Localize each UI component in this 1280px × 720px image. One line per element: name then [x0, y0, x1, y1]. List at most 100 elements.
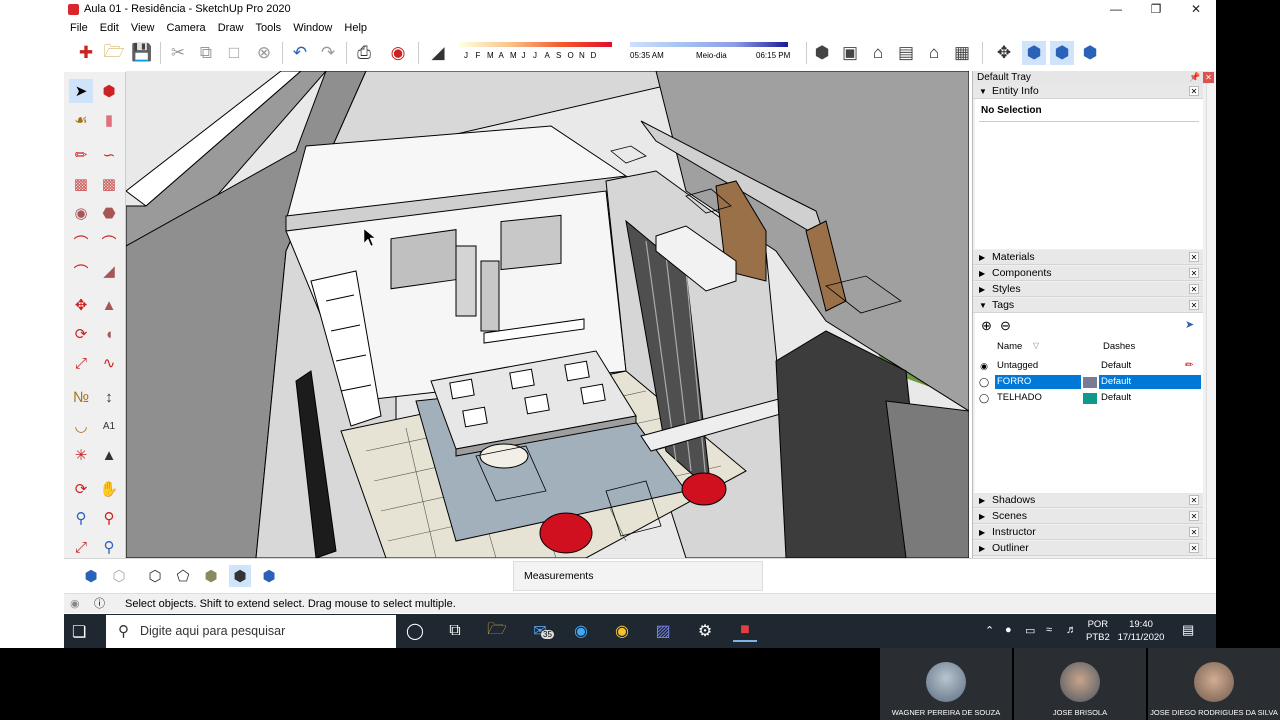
taskbar-clock[interactable]: 19:40 17/11/2020 [1115, 618, 1167, 644]
panel-components[interactable]: ▶ Components ✕ [973, 266, 1203, 281]
file-explorer-icon[interactable]: 🗁 [485, 620, 509, 642]
minimize-icon[interactable]: — [1096, 0, 1136, 20]
tag-color-swatch[interactable] [1083, 377, 1097, 388]
menu-camera[interactable]: Camera [164, 20, 209, 36]
orbit-tool-icon[interactable]: ⟳ [69, 477, 93, 501]
section-plane-icon[interactable]: ✥ [992, 41, 1016, 65]
visibility-eye-icon[interactable]: ◯ [978, 391, 990, 405]
menu-help[interactable]: Help [341, 20, 370, 36]
menu-edit[interactable]: Edit [97, 20, 122, 36]
left-view-icon[interactable]: ▦ [950, 41, 974, 65]
model-info-icon[interactable]: ◉ [386, 41, 410, 65]
cortana-icon[interactable]: ◯ [403, 620, 427, 642]
scale-tool-icon[interactable]: ⤢ [69, 351, 93, 375]
tray-close-icon[interactable]: ✕ [1203, 72, 1214, 83]
shaded-icon[interactable]: ⬢ [200, 565, 222, 587]
microphone-icon[interactable]: ● [1005, 624, 1012, 636]
open-folder-icon[interactable]: 🗁 [102, 41, 126, 65]
section-fill-icon[interactable]: ⬢ [1078, 41, 1102, 65]
panel-styles[interactable]: ▶ Styles ✕ [973, 282, 1203, 297]
delete-tag-icon[interactable]: ⊖ [1000, 318, 1011, 334]
windows-start-icon[interactable]: ❏ [72, 622, 86, 642]
shadow-time-slider[interactable]: 05:35 AM Meio-dia 06:15 PM [630, 39, 792, 65]
redo-icon[interactable]: ↷ [316, 41, 340, 65]
zoom-extents-icon[interactable]: ⤢ [69, 535, 93, 559]
print-icon[interactable]: ⎙ [352, 41, 376, 65]
select-tool-icon[interactable]: ➤ [69, 79, 93, 103]
panel-materials[interactable]: ▶ Materials ✕ [973, 250, 1203, 265]
panel-close-icon[interactable]: ✕ [1189, 86, 1199, 96]
tag-row-untagged[interactable]: ◉ Untagged Default ✏ [975, 359, 1203, 373]
arc-tool-icon[interactable]: ⌒ [69, 230, 93, 254]
shadows-toggle-icon[interactable]: ◢ [426, 41, 450, 65]
network-icon[interactable]: ≈ [1046, 624, 1052, 636]
three-point-arc-icon[interactable]: ⌒ [69, 259, 93, 283]
panel-close-icon[interactable]: ✕ [1189, 527, 1199, 537]
undo-icon[interactable]: ↶ [288, 41, 312, 65]
zoom-tool-icon[interactable]: ⚲ [69, 506, 93, 530]
notifications-icon[interactable]: ▤ [1182, 622, 1194, 638]
eraser-icon[interactable]: ▮ [97, 108, 121, 132]
add-tag-icon[interactable]: ⊕ [981, 318, 992, 334]
participant-tile[interactable]: WAGNER PEREIRA DE SOUZA [880, 648, 1012, 720]
hidden-line-icon[interactable]: ⬠ [172, 565, 194, 587]
panel-close-icon[interactable]: ✕ [1189, 511, 1199, 521]
shadow-month-slider[interactable]: JFMAMJJASOND [460, 39, 616, 65]
paste-icon[interactable]: □ [222, 41, 246, 65]
3d-text-icon[interactable]: ▲ [97, 443, 121, 467]
info-icon[interactable]: ⓘ [94, 594, 105, 614]
panel-close-icon[interactable]: ✕ [1189, 543, 1199, 553]
monochrome-icon[interactable]: ⬢ [258, 565, 280, 587]
teams-icon[interactable]: ▨ [651, 620, 675, 642]
menu-view[interactable]: View [128, 20, 158, 36]
measurements-box[interactable]: Measurements [513, 561, 763, 591]
pan-tool-icon[interactable]: ✋ [97, 477, 121, 501]
tag-details-icon[interactable]: ➤ [1185, 318, 1194, 331]
participant-tile[interactable]: JOSE DIEGO RODRIGUES DA SILVA [1148, 648, 1280, 720]
dimension-icon[interactable]: ↕ [97, 385, 121, 409]
zoom-window-icon[interactable]: ⚲ [97, 506, 121, 530]
tag-color-swatch[interactable] [1083, 393, 1097, 404]
line-tool-icon[interactable]: ✏ [69, 143, 93, 167]
close-icon[interactable]: ✕ [1176, 0, 1216, 20]
volume-icon[interactable]: ♬ [1066, 624, 1077, 636]
panel-tags[interactable]: ▼ Tags ✕ [973, 298, 1203, 313]
pencil-icon[interactable]: ✏ [1185, 359, 1193, 373]
settings-gear-icon[interactable]: ⚙ [693, 620, 717, 642]
participant-tile[interactable]: JOSE BRISOLA [1014, 648, 1146, 720]
tape-measure-icon[interactable]: № [69, 385, 93, 409]
restore-icon[interactable]: ❐ [1136, 0, 1176, 20]
pie-tool-icon[interactable]: ◢ [97, 259, 121, 283]
panel-scenes[interactable]: ▶ Scenes ✕ [973, 509, 1203, 524]
make-component-icon[interactable]: ⬢ [97, 79, 121, 103]
position-camera-icon[interactable]: ⚲ [97, 535, 121, 559]
back-view-icon[interactable]: ⌂ [922, 41, 946, 65]
menu-file[interactable]: File [67, 20, 91, 36]
menu-window[interactable]: Window [290, 20, 335, 36]
panel-close-icon[interactable]: ✕ [1189, 268, 1199, 278]
shaded-textures-icon[interactable]: ⬢ [229, 565, 251, 587]
back-edges-icon[interactable]: ⬡ [108, 565, 130, 587]
panel-instructor[interactable]: ▶ Instructor ✕ [973, 525, 1203, 540]
protractor-icon[interactable]: ◡ [69, 414, 93, 438]
offset-tool-icon[interactable]: ∿ [97, 351, 121, 375]
move-tool-icon[interactable]: ✥ [69, 293, 93, 317]
xray-icon[interactable]: ⬢ [80, 565, 102, 587]
circle-tool-icon[interactable]: ◉ [69, 201, 93, 225]
cut-icon[interactable]: ✂ [166, 41, 190, 65]
two-point-arc-icon[interactable]: ⌒ [97, 230, 121, 254]
iso-view-icon[interactable]: ⬢ [810, 41, 834, 65]
panel-outliner[interactable]: ▶ Outliner ✕ [973, 541, 1203, 556]
pin-icon[interactable]: 📌 [1189, 72, 1200, 83]
panel-shadows[interactable]: ▶ Shadows ✕ [973, 493, 1203, 508]
3d-viewport[interactable] [126, 71, 969, 558]
show-hidden-icons-chevron-icon[interactable]: ⌃ [985, 624, 994, 637]
rectangle-tool-icon[interactable]: ▩ [69, 172, 93, 196]
panel-close-icon[interactable]: ✕ [1189, 300, 1199, 310]
battery-icon[interactable]: ▭ [1025, 624, 1035, 637]
col-name[interactable]: Name [997, 341, 1022, 352]
visibility-eye-icon[interactable]: ◯ [978, 375, 990, 389]
tag-row-telhado[interactable]: ◯ TELHADO Default [975, 391, 1203, 405]
geo-location-icon[interactable]: ◉ [70, 594, 80, 614]
menu-tools[interactable]: Tools [252, 20, 284, 36]
